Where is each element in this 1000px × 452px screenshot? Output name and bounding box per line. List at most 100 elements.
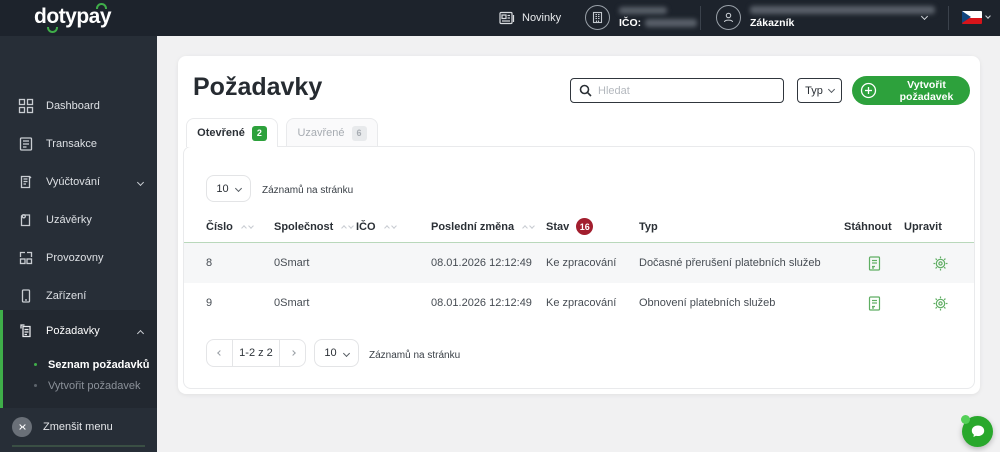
chevron-down-icon bbox=[136, 178, 145, 186]
logo-accent-under bbox=[47, 27, 58, 33]
sidebar-item-label: Zařízení bbox=[46, 290, 87, 302]
sidebar-item-pozadavky[interactable]: Požadavky bbox=[0, 312, 157, 350]
column-label: IČO bbox=[356, 220, 376, 233]
sidebar-item-vyuctovani[interactable]: Vyúčtování bbox=[0, 163, 157, 201]
sidebar-item-label: Dashboard bbox=[46, 100, 100, 112]
news-button[interactable]: Novinky bbox=[499, 0, 561, 36]
gear-icon bbox=[933, 256, 947, 270]
gear-icon bbox=[933, 296, 947, 310]
download-button[interactable] bbox=[844, 295, 904, 312]
sidebar-item-uzaverky[interactable]: Uzávěrky bbox=[0, 201, 157, 239]
billing-icon bbox=[18, 174, 34, 190]
column-header-spolecnost[interactable]: Společnost bbox=[274, 221, 356, 233]
tab-uzavrene[interactable]: Uzavřené 6 bbox=[286, 118, 378, 147]
edit-button[interactable] bbox=[904, 255, 976, 272]
company-switcher[interactable]: IČO: bbox=[585, 5, 698, 30]
sort-icon[interactable] bbox=[241, 222, 254, 231]
column-label: Poslední změna bbox=[431, 220, 515, 233]
next-page-button[interactable] bbox=[280, 340, 305, 366]
app-root: dotypay Novinky IČO: Zákazník Dashboard … bbox=[0, 0, 1000, 452]
column-header-upravit: Upravit bbox=[904, 221, 976, 233]
search-box bbox=[570, 78, 784, 103]
dashboard-grid-icon bbox=[18, 98, 34, 114]
stav-count-badge: 16 bbox=[576, 218, 594, 235]
cell-posledni-zmena: 08.01.2026 12:12:49 bbox=[431, 257, 532, 269]
type-filter-select[interactable]: Typ bbox=[797, 78, 842, 103]
transactions-icon bbox=[18, 136, 34, 152]
edit-button[interactable] bbox=[904, 295, 976, 312]
sidebar-divider bbox=[12, 445, 145, 447]
plus-circle-icon bbox=[860, 82, 877, 99]
chevron-down-icon bbox=[234, 184, 242, 193]
create-request-label: Vytvořit požadavek bbox=[899, 78, 954, 103]
branches-icon bbox=[18, 250, 34, 266]
collapse-menu-button[interactable]: Zmenšit menu bbox=[0, 412, 157, 442]
per-page-value: 10 bbox=[216, 182, 229, 195]
per-page-label: Záznamů na stránku bbox=[262, 185, 354, 196]
column-header-stahnout: Stáhnout bbox=[844, 221, 904, 233]
sort-icon[interactable] bbox=[383, 222, 397, 231]
table-row[interactable]: 9 0Smart 08.01.2026 12:12:49 Ke zpracová… bbox=[184, 283, 974, 323]
account-menu[interactable]: Zákazník bbox=[716, 5, 935, 30]
sort-icon[interactable] bbox=[341, 222, 355, 231]
sidebar-item-dashboard[interactable]: Dashboard bbox=[0, 87, 157, 125]
ico-label: IČO: bbox=[619, 16, 642, 29]
column-label: Společnost bbox=[274, 220, 334, 233]
dotypay-logo[interactable]: dotypay bbox=[34, 3, 112, 33]
cell-typ: Dočasné přerušení platebních služeb bbox=[639, 257, 821, 269]
prev-page-button[interactable] bbox=[207, 340, 232, 366]
sidebar: Dashboard Transakce Vyúčtování Uzávěrky … bbox=[0, 36, 157, 452]
column-header-cislo[interactable]: Číslo bbox=[206, 221, 274, 233]
logo-accent-over bbox=[96, 3, 107, 9]
closures-icon bbox=[18, 212, 34, 228]
per-page-label: Záznamů na stránku bbox=[369, 350, 461, 361]
redacted-ico-number bbox=[645, 18, 698, 27]
search-input[interactable] bbox=[598, 84, 775, 97]
device-icon bbox=[18, 288, 34, 304]
download-document-icon bbox=[868, 295, 880, 311]
sidebar-active-section: Požadavky Seznam požadavků Vytvořit poža… bbox=[0, 310, 157, 408]
flag-blue-triangle bbox=[962, 11, 971, 23]
per-page-select-top[interactable]: 10 bbox=[206, 175, 251, 202]
sidebar-item-provozovny[interactable]: Provozovny bbox=[0, 239, 157, 277]
sidebar-item-label: Požadavky bbox=[46, 325, 100, 337]
per-page-value: 10 bbox=[324, 347, 337, 359]
column-label: Stáhnout bbox=[844, 220, 892, 233]
tab-count-badge: 2 bbox=[251, 125, 267, 141]
column-label: Stav bbox=[546, 220, 570, 233]
download-button[interactable] bbox=[844, 255, 904, 272]
cell-spolecnost: 0Smart bbox=[274, 257, 310, 269]
table-row[interactable]: 8 0Smart 08.01.2026 12:12:49 Ke zpracová… bbox=[184, 243, 974, 283]
header-divider-2 bbox=[948, 6, 949, 30]
column-label: Typ bbox=[639, 220, 658, 233]
language-flag-czech[interactable] bbox=[962, 11, 982, 24]
cell-cislo: 9 bbox=[206, 297, 213, 309]
sidebar-subitem-seznam-pozadavku[interactable]: Seznam požadavků bbox=[3, 355, 160, 375]
sort-icon[interactable] bbox=[522, 222, 535, 231]
requests-card: 10 Záznamů na stránku Číslo Společnost I… bbox=[183, 146, 975, 389]
cell-posledni-zmena: 08.01.2026 12:12:49 bbox=[431, 297, 532, 309]
chevron-down-icon bbox=[342, 349, 350, 357]
chevron-up-icon bbox=[136, 329, 145, 337]
sidebar-item-transakce[interactable]: Transakce bbox=[0, 125, 157, 163]
sidebar-subitem-vytvorit-pozadavek[interactable]: Vytvořit požadavek bbox=[3, 376, 160, 396]
language-chevron-down-icon[interactable] bbox=[985, 13, 991, 19]
search-icon bbox=[579, 84, 592, 97]
sidebar-item-label: Transakce bbox=[46, 138, 97, 150]
chat-widget-button[interactable] bbox=[961, 415, 993, 447]
person-icon bbox=[716, 5, 741, 30]
download-document-icon bbox=[868, 255, 880, 271]
column-header-stav[interactable]: Stav 16 bbox=[546, 218, 639, 235]
column-header-posledni-zmena[interactable]: Poslední změna bbox=[431, 221, 546, 233]
per-page-select-bottom[interactable]: 10 bbox=[314, 339, 359, 367]
cell-spolecnost: 0Smart bbox=[274, 297, 310, 309]
column-header-ico[interactable]: IČO bbox=[356, 221, 431, 233]
tab-otevrene[interactable]: Otevřené 2 bbox=[186, 118, 278, 147]
tab-count-badge: 6 bbox=[351, 125, 367, 141]
requests-icon bbox=[18, 323, 34, 339]
cell-cislo: 8 bbox=[206, 257, 213, 269]
cell-stav: Ke zpracování bbox=[546, 257, 617, 269]
redacted-company-name bbox=[619, 6, 667, 14]
create-request-button[interactable]: Vytvořit požadavek bbox=[852, 76, 970, 105]
building-icon bbox=[585, 5, 610, 30]
